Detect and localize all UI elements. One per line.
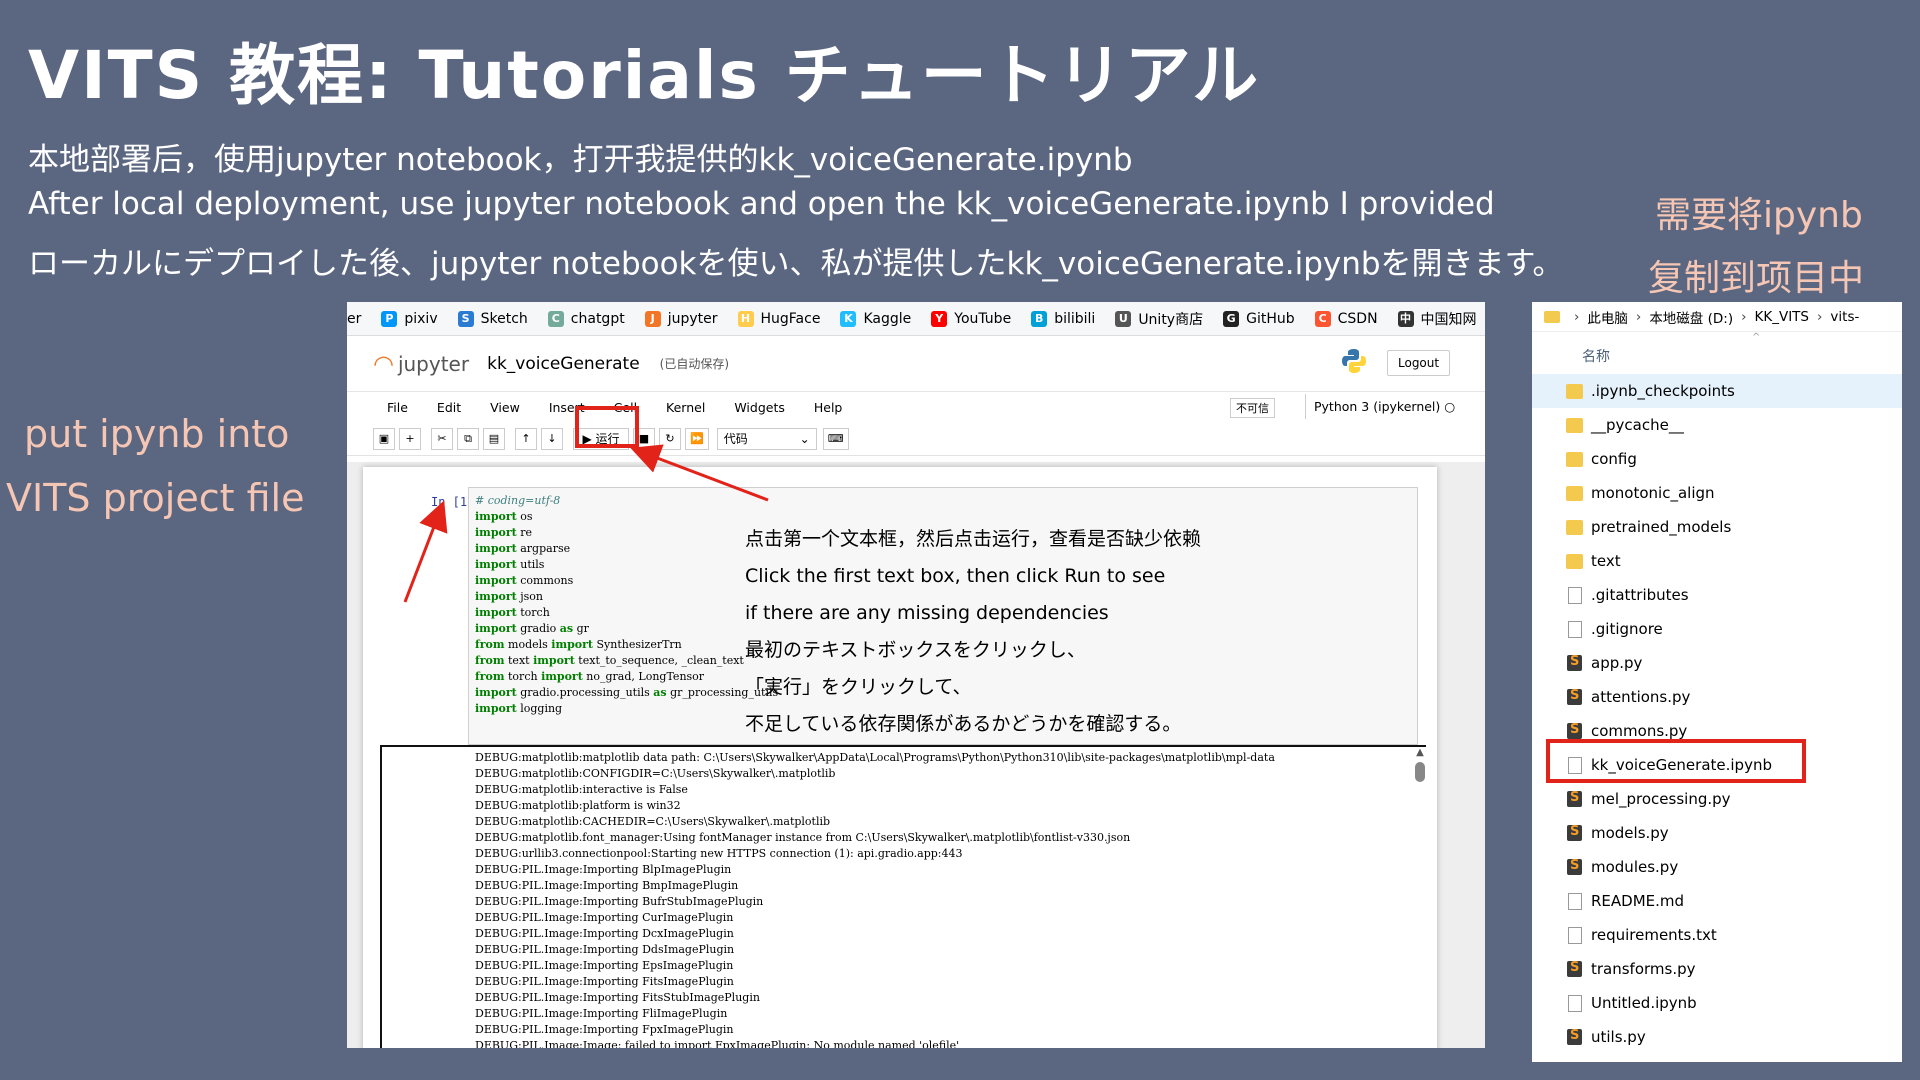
arrow-to-run-button	[630, 444, 769, 502]
arrow-to-code-cell	[403, 500, 448, 603]
annotation-arrows	[403, 444, 769, 603]
